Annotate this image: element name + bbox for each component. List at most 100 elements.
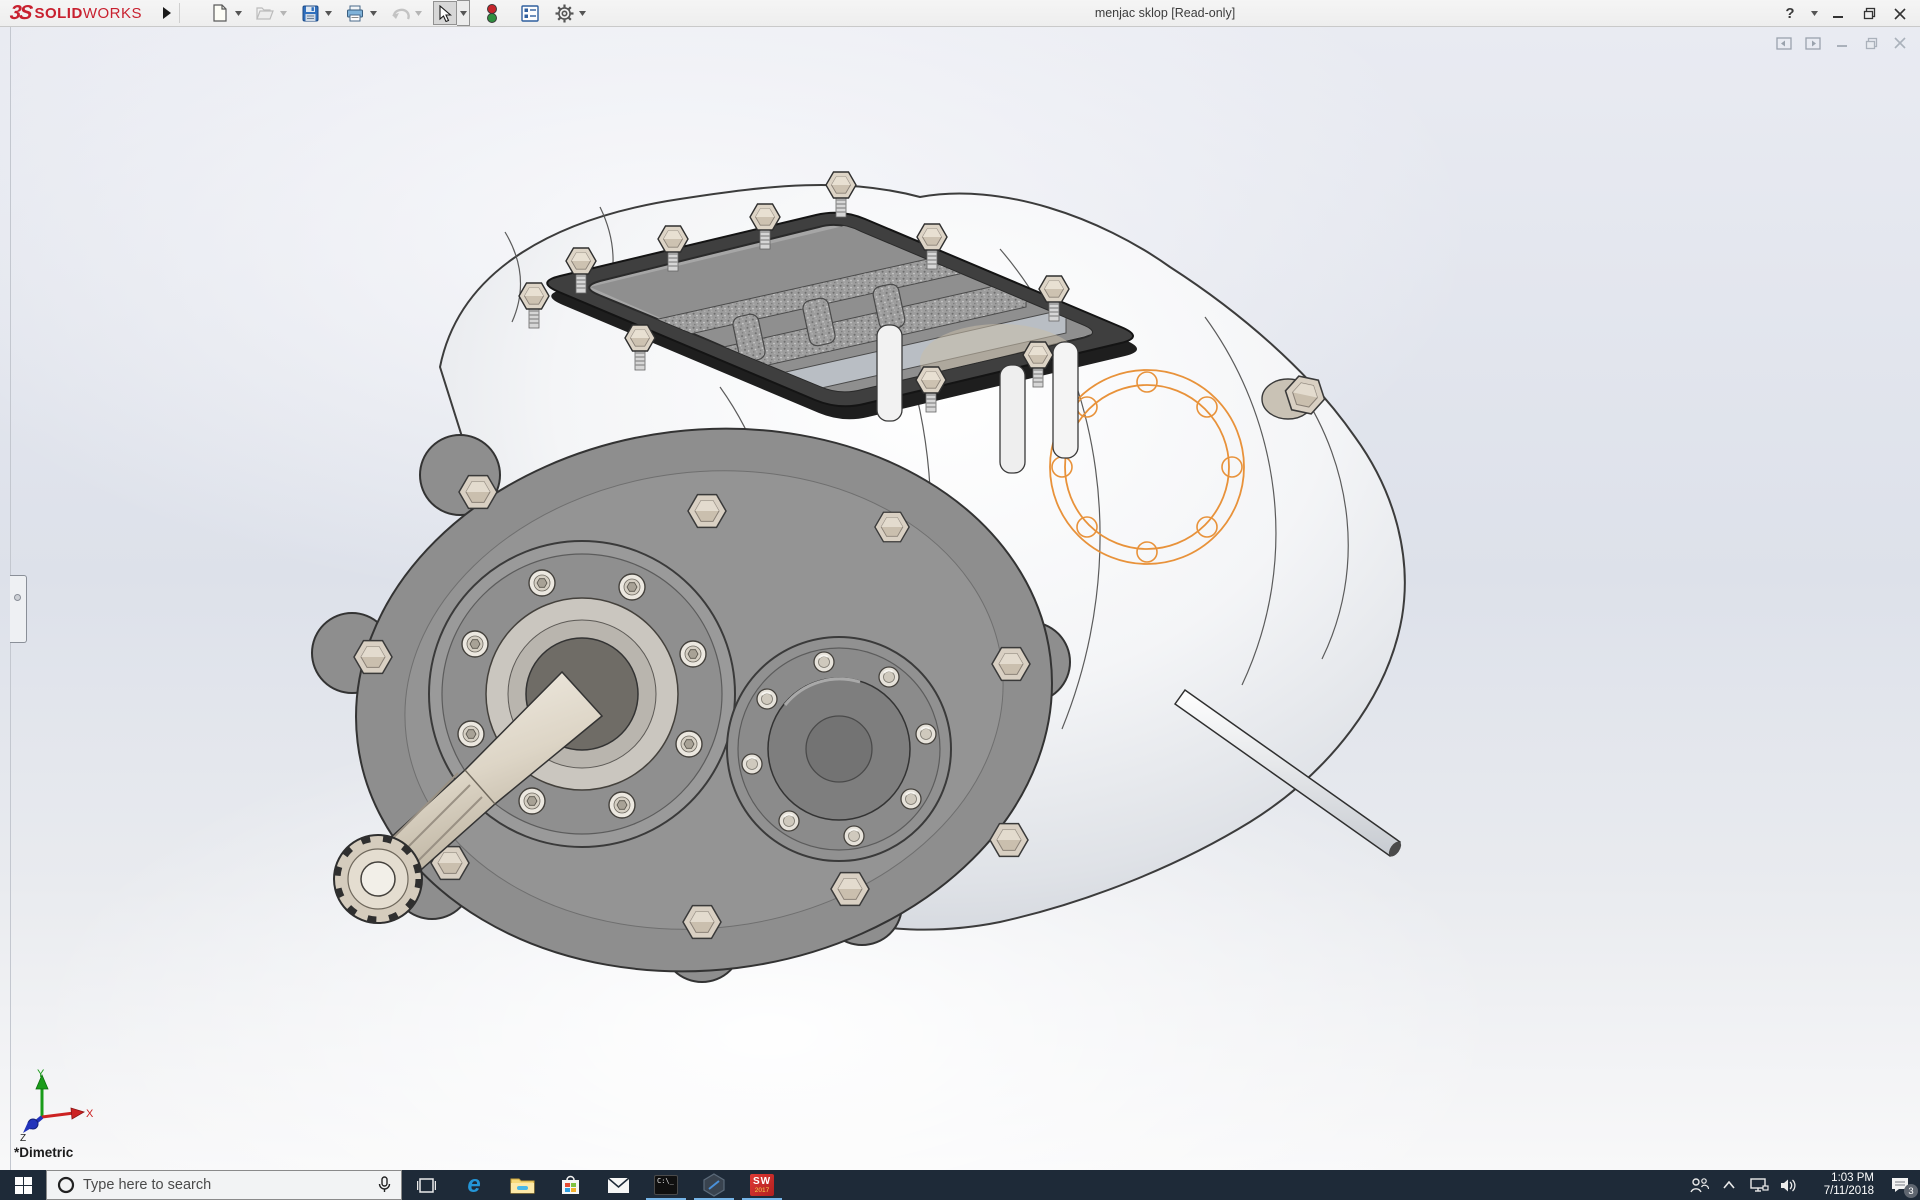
help-button[interactable]: ? [1778,3,1802,25]
appearance-button[interactable] [480,1,504,25]
pane-left-button[interactable] [1774,35,1794,51]
new-document-icon [213,4,227,22]
chevron-down-icon [280,10,287,16]
view-orientation-label: *Dimetric [14,1145,74,1160]
save-dropdown[interactable] [322,1,335,25]
menu-flyout-button[interactable] [157,3,175,23]
cursor-arrow-icon [439,4,452,22]
triad-x-label: X [86,1108,94,1120]
taskbar-terminal[interactable]: C:\_ [642,1170,690,1200]
feature-manager-collapsed-tab[interactable] [10,575,27,643]
notification-badge: 3 [1904,1184,1918,1198]
task-view-icon [416,1177,436,1193]
tray-date: 7/11/2018 [1823,1185,1874,1197]
gearbox-model[interactable] [300,137,1430,1017]
doc-close-button[interactable] [1890,35,1910,51]
task-view-button[interactable] [402,1170,450,1200]
taskbar-store[interactable] [546,1170,594,1200]
print-button[interactable] [343,1,367,25]
windows-taskbar: Type here to search e C:\_ SW 2017 1:03 … [0,1170,1920,1200]
close-button[interactable] [1888,3,1912,25]
solidworks-logo-bold: SOLID [34,5,83,22]
help-dropdown[interactable] [1809,3,1819,25]
solidworks-2017-icon: SW 2017 [750,1174,774,1196]
options-button[interactable] [552,1,576,25]
terminal-icon: C:\_ [654,1175,678,1195]
microphone-icon[interactable] [378,1176,391,1194]
taskbar-file-explorer[interactable] [498,1170,546,1200]
minimize-icon [1837,45,1847,47]
orientation-triad: Y X Z [20,1068,94,1141]
traffic-light-icon [487,3,497,23]
options-dropdown[interactable] [576,1,589,25]
triad-y-label: Y [37,1068,45,1080]
chevron-up-icon [1723,1181,1735,1189]
search-input[interactable]: Type here to search [46,1170,402,1200]
toolbar-separator [179,3,180,23]
network-button[interactable] [1744,1170,1774,1200]
tray-time: 1:03 PM [1831,1172,1874,1184]
chevron-down-icon [1810,11,1818,16]
chevron-down-icon [235,10,242,16]
hexagon-app-icon [703,1173,725,1197]
volume-button[interactable] [1774,1170,1804,1200]
doc-restore-button[interactable] [1861,35,1881,51]
panel-tab-handle [14,594,21,601]
new-document-button[interactable] [208,1,232,25]
select-tool-dropdown[interactable] [457,0,470,26]
open-folder-icon [255,7,274,20]
pane-left-icon [1776,36,1792,50]
store-icon [561,1175,579,1194]
open-document-dropdown[interactable] [277,1,290,25]
undo-dropdown[interactable] [412,1,425,25]
taskbar-solidworks[interactable]: SW 2017 [738,1170,786,1200]
document-window-controls [1774,35,1910,51]
chevron-down-icon [415,10,422,16]
secondary-hub-cover [726,636,952,862]
open-document-button[interactable] [253,1,277,25]
network-icon [1750,1178,1769,1192]
titlebar: 3S SOLID WORKS menjac sklop [Read-only] … [0,0,1920,27]
action-center-button[interactable]: 3 [1880,1170,1920,1200]
system-tray: 1:03 PM 7/11/2018 3 [1684,1170,1920,1200]
hidden-icons-button[interactable] [1714,1170,1744,1200]
minimize-icon [1833,15,1843,18]
taskbar-hexagon-app[interactable] [690,1170,738,1200]
graphics-viewport[interactable]: Y X Z *Dimetric [0,27,1920,1170]
save-floppy-icon [302,5,318,21]
windows-logo-icon [14,1176,32,1194]
taskbar-mail[interactable] [594,1170,642,1200]
pane-right-icon [1805,36,1821,50]
printer-icon [347,5,363,21]
start-button[interactable] [0,1170,46,1200]
pane-right-button[interactable] [1803,35,1823,51]
restore-icon [1863,7,1875,20]
gear-icon [555,4,573,22]
new-document-dropdown[interactable] [232,1,245,25]
people-icon [1690,1178,1709,1193]
solidworks-logo-mark: 3S [8,2,33,24]
undo-button[interactable] [388,1,412,25]
properties-list-icon [521,4,539,22]
search-placeholder: Type here to search [83,1177,212,1193]
speaker-icon [1781,1179,1796,1191]
save-button[interactable] [298,1,322,25]
minimize-button[interactable] [1826,3,1850,25]
properties-button[interactable] [518,1,542,25]
cortana-icon [57,1176,75,1194]
solidworks-logo-light: WORKS [82,5,142,22]
doc-minimize-button[interactable] [1832,35,1852,51]
window-controls: ? [1778,0,1912,27]
select-tool-button[interactable] [433,1,457,25]
tray-clock[interactable]: 1:03 PM 7/11/2018 [1806,1172,1874,1198]
edge-icon: e [467,1171,481,1198]
standard-toolbar [206,0,595,26]
document-title: menjac sklop [Read-only] [1094,6,1236,20]
close-icon [1894,37,1906,49]
people-button[interactable] [1684,1170,1714,1200]
restore-button[interactable] [1857,3,1881,25]
taskbar-edge[interactable]: e [450,1170,498,1200]
print-dropdown[interactable] [367,1,380,25]
chevron-down-icon [579,10,586,16]
file-explorer-icon [510,1178,534,1194]
